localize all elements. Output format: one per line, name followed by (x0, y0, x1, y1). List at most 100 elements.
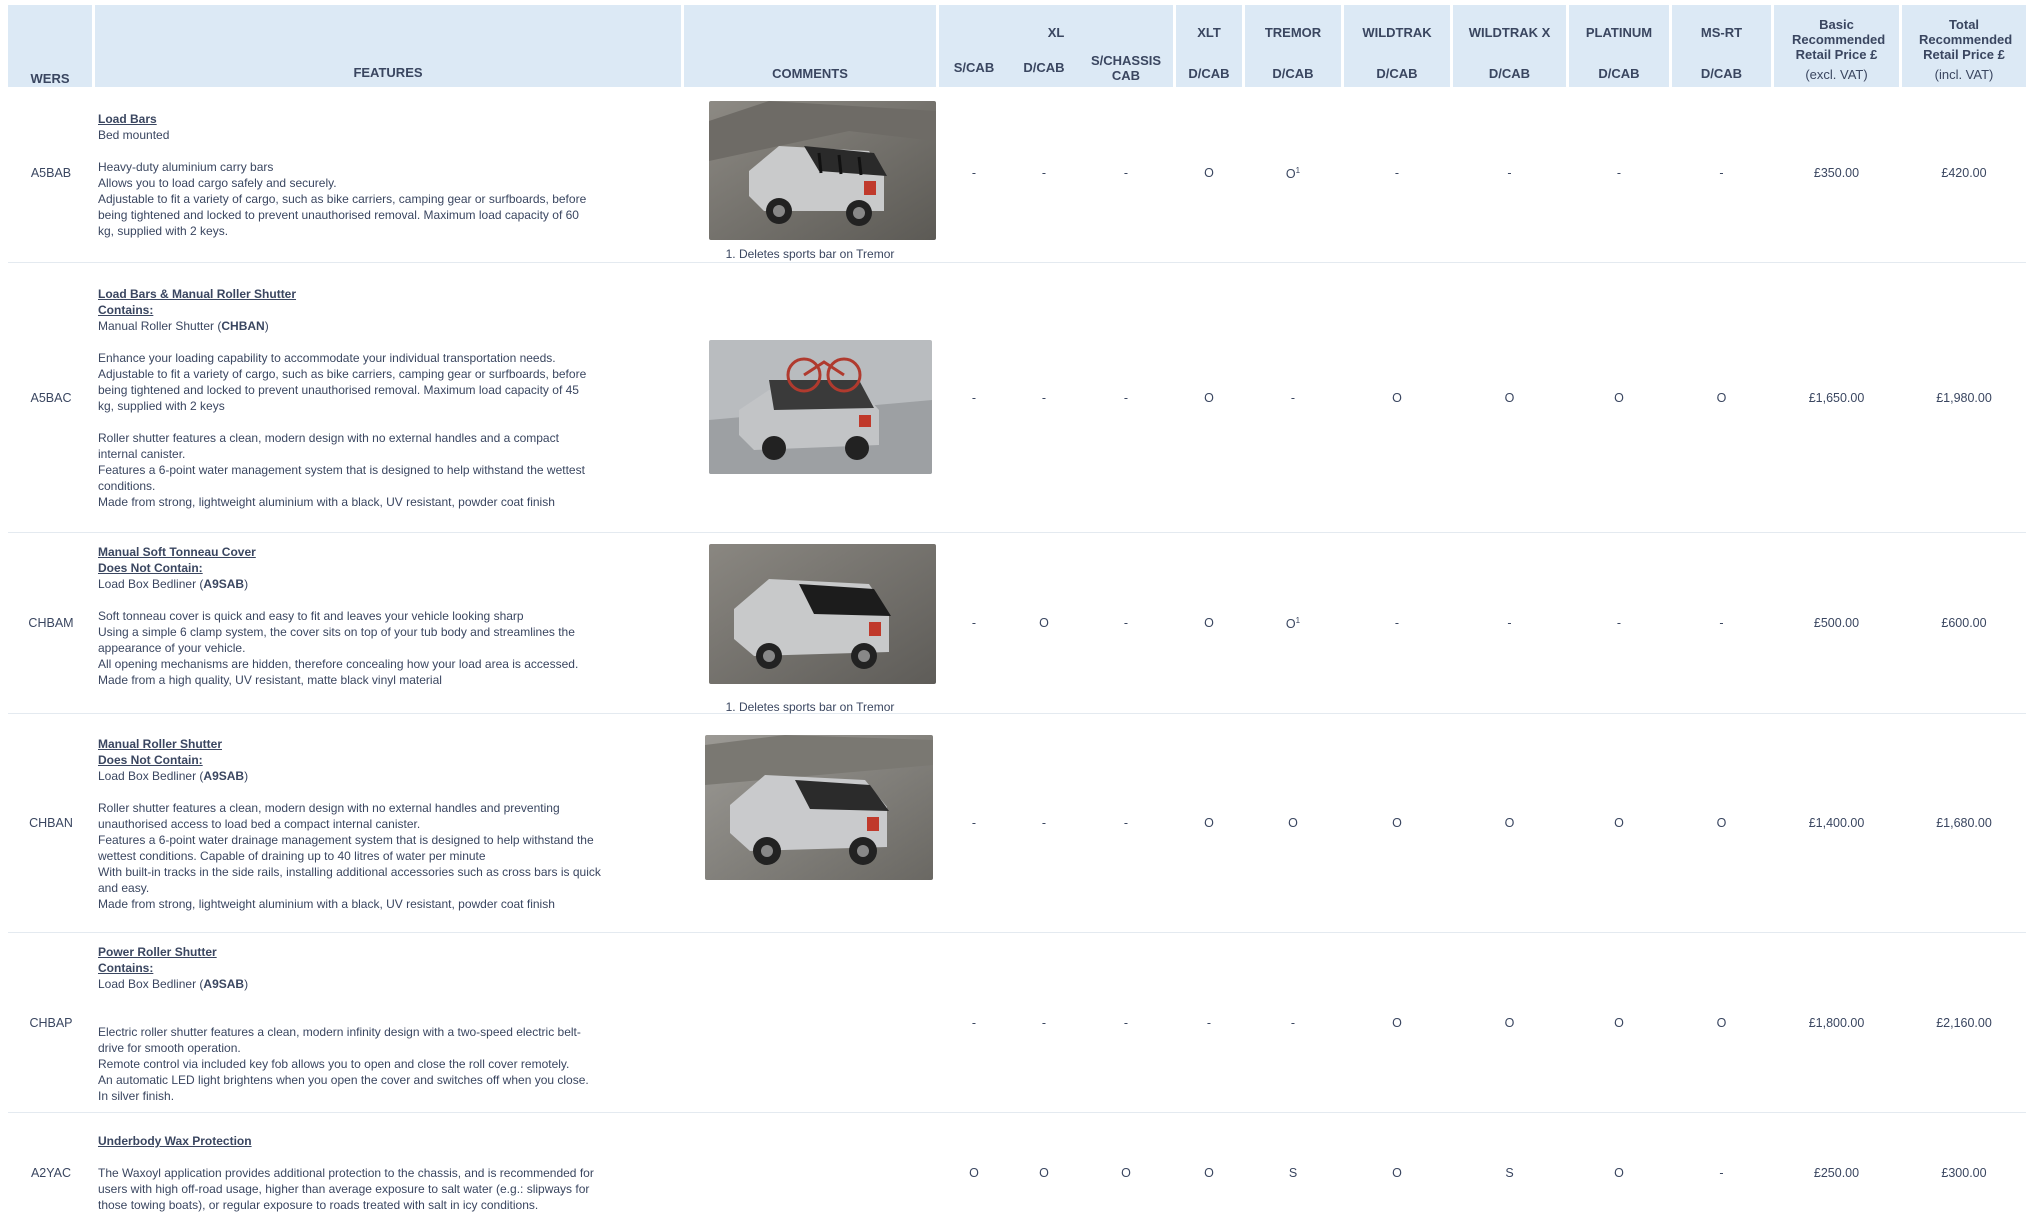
feature-line: Electric roller shutter features a clean… (98, 1025, 581, 1039)
feature-line: Using a simple 6 clamp system, the cover… (98, 625, 575, 639)
header-wildtrak-sub: D/CAB (1376, 66, 1418, 81)
header-platinum-sub: D/CAB (1598, 66, 1640, 81)
feature-line: Roller shutter features a clean, modern … (98, 431, 559, 445)
footnote-marker: 1 (1295, 616, 1301, 625)
feature-description: Load Bars Bed mounted Heavy-duty alumini… (98, 111, 628, 239)
msrt-value: - (1719, 1166, 1724, 1180)
platinum-value: O (1614, 1016, 1624, 1030)
wildtrakx-value: O (1504, 816, 1515, 830)
total-price: £420.00 (1941, 166, 1987, 180)
tremor-value: S (1288, 1166, 1298, 1180)
feature-line: drive for smooth operation. (98, 1041, 241, 1055)
product-photo-load-bars-shutter (709, 340, 932, 474)
header-xl-schassis: S/CHASSIS CAB (1090, 53, 1162, 83)
header-tremor-label: TREMOR (1264, 25, 1322, 40)
feature-line: Made from strong, lightweight aluminium … (98, 495, 555, 509)
xlt-value: O (1204, 166, 1214, 180)
feature-title: Load Bars & Manual Roller Shutter (98, 287, 297, 301)
feature-line: Adjustable to fit a variety of cargo, su… (98, 192, 587, 206)
header-wildtrakx: WILDTRAK X D/CAB (1453, 5, 1566, 87)
xl-schassis-value: - (1123, 391, 1129, 405)
xl-scab-value: - (971, 816, 977, 830)
xl-dcab-value: - (1041, 391, 1047, 405)
feature-line: being tightened and locked to prevent un… (98, 383, 579, 397)
feature-line: Enhance your loading capability to accom… (98, 351, 556, 365)
xl-dcab-value: - (1041, 1016, 1047, 1030)
msrt-value: O (1716, 1016, 1727, 1030)
feature-line: Features a 6-point water drainage manage… (98, 833, 594, 847)
feature-line: wettest conditions. Capable of draining … (98, 849, 486, 863)
wers-code: A5BAB (30, 166, 72, 180)
header-basic-price-label: Basic Recommended Retail Price £ (1792, 17, 1886, 62)
accessories-price-table: WERS FEATURES COMMENTS XL S/CAB D/CAB S/… (0, 0, 2028, 1227)
feature-title: Underbody Wax Protection (98, 1134, 252, 1148)
comment-caption: 1. Deletes sports bar on Tremor (725, 700, 895, 714)
xl-scab-value: - (971, 166, 977, 180)
xl-scab-value: - (971, 616, 977, 630)
feature-title: Load Bars (98, 112, 157, 126)
xl-schassis-value: - (1123, 166, 1129, 180)
feature-line: being tightened and locked to prevent un… (98, 208, 579, 222)
xlt-value: O (1204, 391, 1214, 405)
platinum-value: - (1616, 616, 1622, 630)
header-features-label: FEATURES (353, 65, 423, 80)
msrt-value: - (1719, 616, 1724, 630)
wers-code: CHBAM (28, 616, 74, 630)
xl-schassis-value: - (1123, 616, 1129, 630)
wildtrakx-value: O (1504, 391, 1515, 405)
xl-schassis-value: - (1123, 816, 1129, 830)
feature-line: An automatic LED light brightens when yo… (98, 1073, 589, 1087)
feature-line: Made from strong, lightweight aluminium … (98, 897, 555, 911)
tremor-value: O1 (1245, 166, 1341, 181)
basic-price: £500.00 (1813, 616, 1860, 630)
feature-description: Power Roller Shutter Contains: Load Box … (98, 944, 628, 1104)
header-total-price-note: (incl. VAT) (1934, 67, 1994, 82)
header-wers-label: WERS (30, 71, 70, 86)
feature-contains-label: Contains: (98, 961, 154, 975)
wers-code: CHBAP (29, 1016, 73, 1030)
msrt-value: O (1716, 816, 1727, 830)
feature-line: With built-in tracks in the side rails, … (98, 865, 601, 879)
header-wers: WERS (8, 5, 92, 87)
xl-dcab-value: O (1039, 1166, 1049, 1180)
feature-line: Allows you to load cargo safely and secu… (98, 176, 337, 190)
feature-line: kg, supplied with 2 keys. (98, 224, 229, 238)
header-xl-scab: S/CAB (953, 60, 995, 75)
feature-description: Manual Soft Tonneau Cover Does Not Conta… (98, 544, 628, 688)
feature-line: conditions. (98, 479, 156, 493)
xl-dcab-value: O (1039, 616, 1049, 630)
tremor-value: O1 (1245, 616, 1341, 631)
feature-line: Features a 6-point water management syst… (98, 463, 585, 477)
xl-scab-value: O (969, 1166, 979, 1180)
total-price: £1,980.00 (1936, 391, 1992, 405)
header-wildtrak-label: WILDTRAK (1362, 25, 1432, 40)
header-wildtrakx-sub: D/CAB (1488, 66, 1531, 81)
total-price: £2,160.00 (1936, 1016, 1992, 1030)
platinum-value: O (1614, 391, 1624, 405)
feature-line: Soft tonneau cover is quick and easy to … (98, 609, 524, 623)
wers-code: A5BAC (30, 391, 72, 405)
xlt-value: O (1204, 616, 1214, 630)
feature-line: In silver finish. (98, 1089, 175, 1103)
tremor-value: - (1290, 1016, 1296, 1030)
wildtrakx-value: O (1504, 1016, 1515, 1030)
feature-title: Power Roller Shutter (98, 945, 217, 959)
wildtrak-value: - (1394, 166, 1400, 180)
wildtrakx-value: - (1507, 166, 1512, 180)
feature-contains-label: Does Not Contain: (98, 753, 203, 767)
header-comments-label: COMMENTS (772, 66, 848, 81)
header-msrt-sub: D/CAB (1700, 66, 1743, 81)
wildtrak-value: - (1394, 616, 1400, 630)
product-photo-soft-tonneau (709, 544, 936, 684)
wildtrakx-value: - (1507, 616, 1512, 630)
xlt-value: O (1204, 1166, 1214, 1180)
product-photo-load-bars (709, 101, 936, 240)
feature-line: users with high off-road usage, higher t… (98, 1182, 590, 1196)
tremor-value: O (1288, 816, 1298, 830)
basic-price: £1,650.00 (1808, 391, 1865, 405)
xlt-value: - (1206, 1016, 1212, 1030)
feature-title: Manual Soft Tonneau Cover (98, 545, 256, 559)
header-total-price-label: Total Recommended Retail Price £ (1919, 17, 2013, 62)
feature-line: Manual Roller Shutter (CHBAN) (98, 319, 269, 333)
feature-line: The Waxoyl application provides addition… (98, 1166, 594, 1180)
